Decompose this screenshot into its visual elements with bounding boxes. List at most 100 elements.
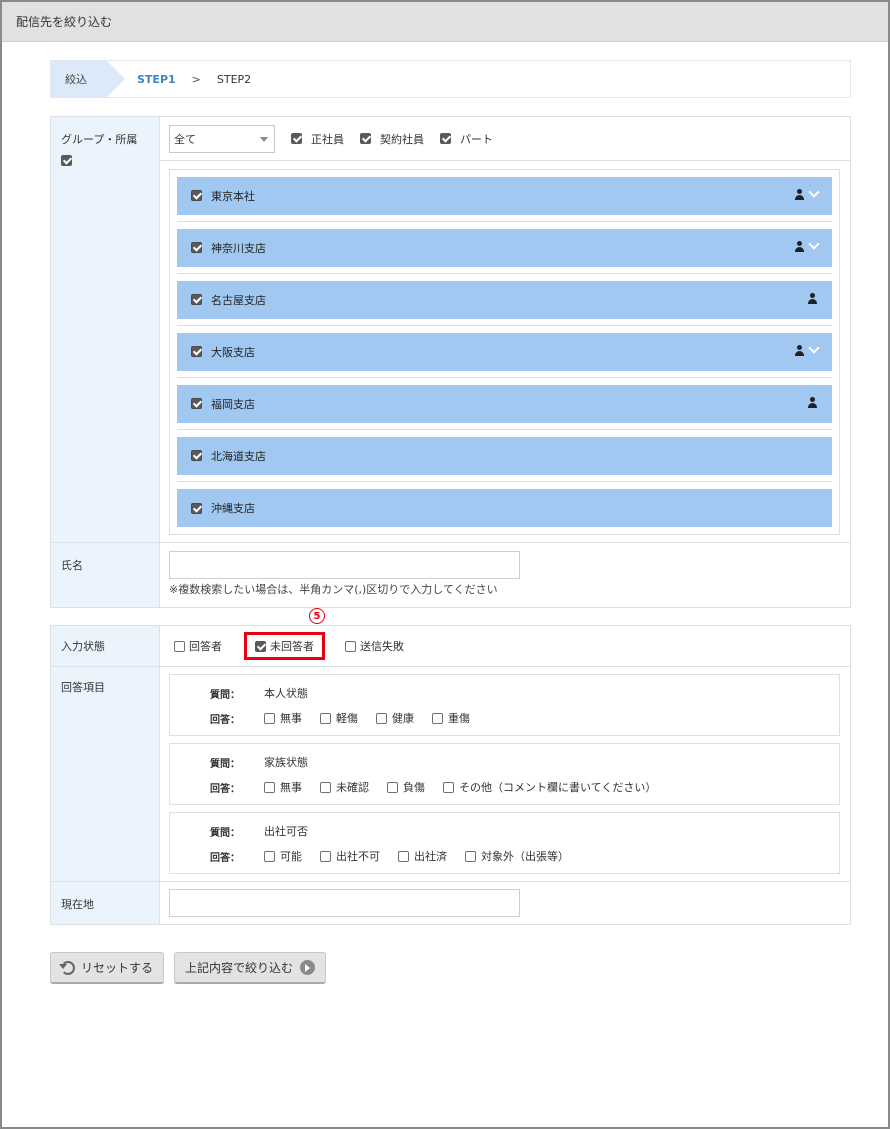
answer-checkbox[interactable] xyxy=(264,850,275,862)
group-icons xyxy=(807,396,818,409)
answers-cell: 質問： 本人状態 回答： 無事 軽傷 健康 重傷 質問： 家族状態 回答： 無事 未確認 負傷 その他（コ… xyxy=(160,667,850,881)
chevron-down-icon[interactable] xyxy=(808,186,820,198)
status-checkbox[interactable] xyxy=(345,640,356,652)
group-icons xyxy=(794,342,820,357)
question-box: 質問： 家族状態 回答： 無事 未確認 負傷 その他（コメント欄に書いてください） xyxy=(169,743,840,805)
employment-type-option[interactable]: 契約社員 xyxy=(360,131,424,147)
location-input[interactable] xyxy=(169,889,520,917)
group-bar[interactable]: 神奈川支店 xyxy=(177,228,832,267)
group-checkbox[interactable] xyxy=(191,190,202,201)
group-bar[interactable]: 沖縄支店 xyxy=(177,489,832,527)
chevron-down-icon[interactable] xyxy=(808,342,820,354)
employment-type-option[interactable]: 正社員 xyxy=(291,131,344,147)
person-icon[interactable] xyxy=(794,240,805,253)
answer-option[interactable]: 重傷 xyxy=(432,710,470,726)
answer-option[interactable]: 出社済 xyxy=(398,848,447,864)
employment-type-option[interactable]: パート xyxy=(440,131,493,147)
answer-checkbox[interactable] xyxy=(320,850,331,862)
answer-option[interactable]: 健康 xyxy=(376,710,414,726)
group-bar[interactable]: 福岡支店 xyxy=(177,384,832,423)
answer-label: 回答： xyxy=(210,852,240,864)
answer-option-label: 出社不可 xyxy=(336,850,380,863)
reset-button[interactable]: リセットする xyxy=(50,952,165,984)
answer-checkbox[interactable] xyxy=(398,850,409,862)
group-icons xyxy=(807,292,818,305)
group-all-checkbox[interactable] xyxy=(61,154,72,166)
status-option[interactable]: 回答者 xyxy=(174,638,222,654)
answer-line: 回答： 無事 未確認 負傷 その他（コメント欄に書いてください） xyxy=(210,778,839,796)
answer-option[interactable]: その他（コメント欄に書いてください） xyxy=(443,779,656,795)
question-label: 質問： xyxy=(210,827,240,839)
name-input[interactable] xyxy=(169,551,520,579)
answer-options: 無事 未確認 負傷 その他（コメント欄に書いてください） xyxy=(264,779,674,795)
dialog-window: 配信先を絞り込む 絞込 STEP1 > STEP2 グループ・所属 全て 正社員… xyxy=(0,0,890,1129)
group-label: 大阪支店 xyxy=(211,345,255,359)
person-icon[interactable] xyxy=(794,344,805,357)
person-icon[interactable] xyxy=(807,396,818,409)
answer-checkbox[interactable] xyxy=(320,712,331,724)
group-label: 名古屋支店 xyxy=(211,293,266,307)
group-select[interactable]: 全て xyxy=(169,124,275,153)
chevron-down-icon[interactable] xyxy=(808,238,820,250)
answer-option[interactable]: 負傷 xyxy=(387,779,425,795)
group-bar[interactable]: 大阪支店 xyxy=(177,332,832,371)
answer-checkbox[interactable] xyxy=(465,850,476,862)
group-bar[interactable]: 北海道支店 xyxy=(177,436,832,475)
answer-checkbox[interactable] xyxy=(376,712,387,724)
status-checkbox[interactable] xyxy=(255,640,266,652)
answer-options: 無事 軽傷 健康 重傷 xyxy=(264,710,488,726)
answer-checkbox[interactable] xyxy=(264,781,275,793)
answer-checkbox[interactable] xyxy=(443,781,454,793)
group-checkbox[interactable] xyxy=(191,502,202,514)
group-label: グループ・所属 xyxy=(61,133,138,146)
group-row: グループ・所属 全て 正社員 契約社員 パート 東京本社神奈川支店名古屋支店大阪支店… xyxy=(51,117,850,543)
breadcrumb-filter: 絞込 xyxy=(51,61,125,97)
name-note: ※複数検索したい場合は、半角カンマ(,)区切りで入力してください xyxy=(169,583,498,596)
group-checkbox[interactable] xyxy=(191,398,202,409)
answer-option[interactable]: 未確認 xyxy=(320,779,369,795)
name-row: 氏名 ※複数検索したい場合は、半角カンマ(,)区切りで入力してください xyxy=(51,543,850,607)
answer-checkbox[interactable] xyxy=(387,781,398,793)
status-label: 回答者 xyxy=(189,640,222,653)
answer-checkbox[interactable] xyxy=(264,712,275,724)
reset-button-label: リセットする xyxy=(81,961,154,975)
breadcrumb-step1[interactable]: STEP1 xyxy=(137,73,176,86)
group-bar[interactable]: 東京本社 xyxy=(177,176,832,215)
group-checkbox[interactable] xyxy=(191,242,202,253)
answer-option[interactable]: 無事 xyxy=(264,779,302,795)
group-checkbox[interactable] xyxy=(191,450,202,461)
employment-type-checkbox[interactable] xyxy=(440,133,451,144)
group-list: 東京本社神奈川支店名古屋支店大阪支店福岡支店北海道支店沖縄支店 xyxy=(169,169,840,535)
answer-option[interactable]: 出社不可 xyxy=(320,848,380,864)
answer-checkbox[interactable] xyxy=(432,712,443,724)
question-text: 本人状態 xyxy=(264,687,308,700)
answer-option[interactable]: 対象外（出張等） xyxy=(465,848,569,864)
breadcrumb-separator: > xyxy=(191,72,201,86)
filter-table-bottom: 入力状態 5 回答者 未回答者 送信失敗 回答項目 質問： 本人状態 回答： 無事 軽傷 健康… xyxy=(50,608,851,925)
answer-option[interactable]: 無事 xyxy=(264,710,302,726)
group-checkbox[interactable] xyxy=(191,294,202,305)
answer-label: 回答： xyxy=(210,783,240,795)
status-checkbox[interactable] xyxy=(174,640,185,652)
person-icon[interactable] xyxy=(794,188,805,201)
answer-option[interactable]: 可能 xyxy=(264,848,302,864)
answer-option-label: 軽傷 xyxy=(336,712,358,725)
question-box: 質問： 出社可否 回答： 可能 出社不可 出社済 対象外（出張等） xyxy=(169,812,840,874)
answer-option-label: 未確認 xyxy=(336,781,369,794)
status-option[interactable]: 未回答者 xyxy=(244,632,325,660)
group-label: 沖縄支店 xyxy=(211,502,255,515)
person-icon[interactable] xyxy=(807,292,818,305)
breadcrumb: 絞込 STEP1 > STEP2 xyxy=(50,60,851,98)
group-item: 福岡支店 xyxy=(177,378,832,430)
employment-type-label: 正社員 xyxy=(311,132,344,146)
answer-checkbox[interactable] xyxy=(320,781,331,793)
employment-type-checkbox[interactable] xyxy=(360,133,371,144)
employment-type-checkbox[interactable] xyxy=(291,133,302,144)
answer-option-label: 負傷 xyxy=(403,781,425,794)
group-bar[interactable]: 名古屋支店 xyxy=(177,280,832,319)
status-option[interactable]: 送信失敗 xyxy=(345,638,404,654)
group-filter-bar: 全て 正社員 契約社員 パート xyxy=(160,117,850,161)
submit-filter-button[interactable]: 上記内容で絞り込む xyxy=(174,952,327,984)
group-checkbox[interactable] xyxy=(191,346,202,357)
answer-option[interactable]: 軽傷 xyxy=(320,710,358,726)
